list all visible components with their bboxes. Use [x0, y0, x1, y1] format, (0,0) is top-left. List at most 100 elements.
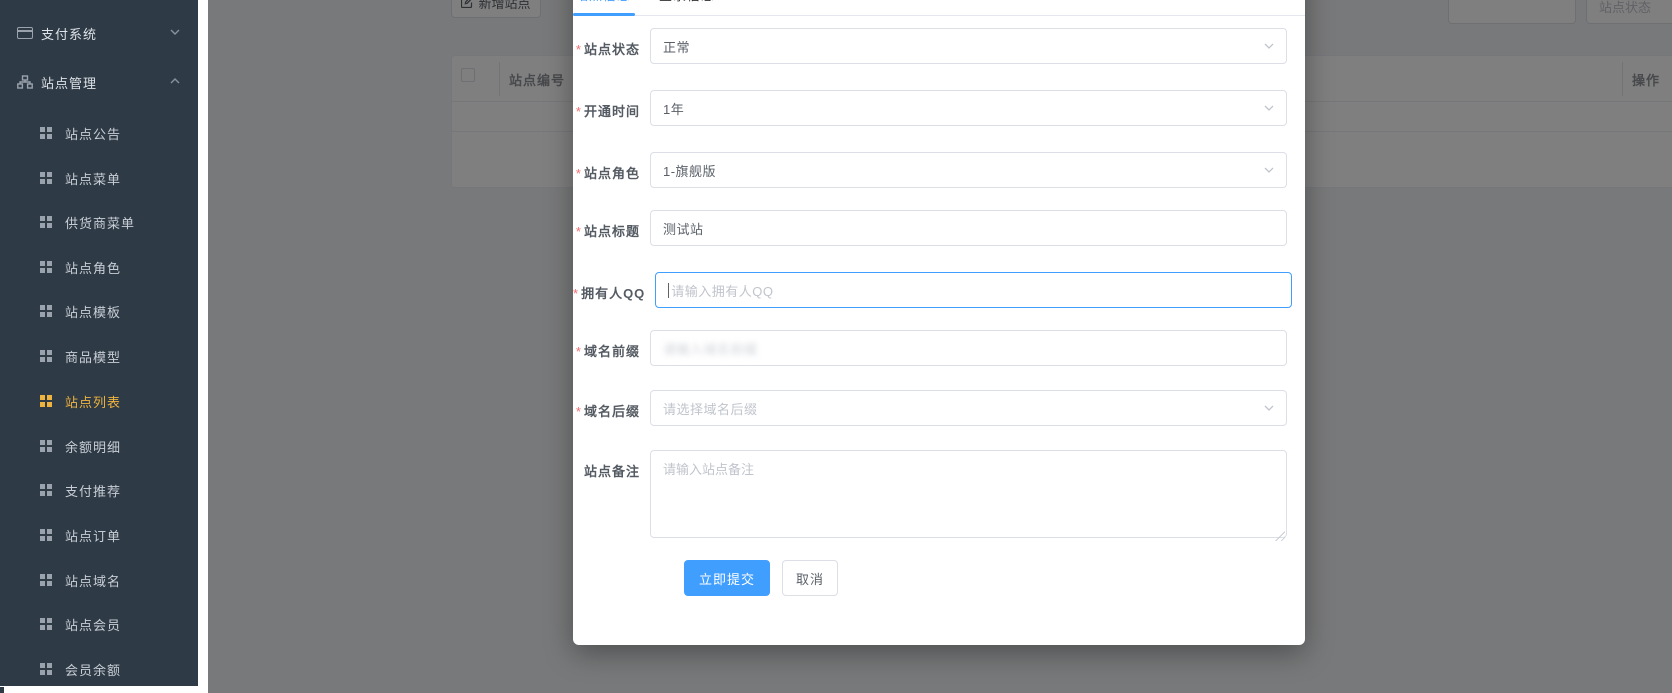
- grid-icon: [40, 484, 52, 496]
- cancel-button[interactable]: 取消: [782, 560, 838, 596]
- sidebar-group-label: 站点管理: [41, 75, 98, 91]
- field-label: * 站点角色: [575, 166, 640, 181]
- domain-prefix-placeholder: 请输入域名前缀: [663, 341, 758, 357]
- grid-icon: [40, 172, 52, 184]
- sidebar-item-payment-recommend[interactable]: 支付推荐: [0, 475, 198, 505]
- open-duration-value: 1年: [663, 101, 685, 117]
- sidebar: 支付系统 站点管理 站点公告 站点菜单 供货商菜单 站点角色 站点模板 商品模型…: [0, 0, 198, 686]
- sidebar-item-label: 站点列表: [65, 394, 122, 410]
- sidebar-item-label: 支付推荐: [65, 483, 122, 499]
- sidebar-item-label: 商品模型: [65, 349, 122, 365]
- required-marker: *: [575, 344, 582, 359]
- sidebar-item-site-orders[interactable]: 站点订单: [0, 520, 198, 550]
- submit-button-label: 立即提交: [698, 571, 755, 587]
- sidebar-group-site-management[interactable]: 站点管理: [0, 67, 198, 97]
- sidebar-item-site-list[interactable]: 站点列表: [0, 386, 198, 416]
- grid-icon: [40, 216, 52, 228]
- site-title-input[interactable]: 测试站: [650, 210, 1287, 246]
- sidebar-item-label: 站点域名: [65, 573, 122, 589]
- tab-login-info[interactable]: 登录信息: [659, 0, 715, 8]
- grid-icon: [40, 261, 52, 273]
- chevron-down-icon: [1264, 405, 1274, 411]
- sidebar-group-label: 支付系统: [41, 26, 98, 42]
- grid-icon: [40, 395, 52, 407]
- form-row-site-remark: 站点备注: [573, 450, 1305, 543]
- domain-suffix-select[interactable]: 请选择域名后缀: [650, 390, 1287, 426]
- field-label: * 域名前缀: [575, 344, 640, 359]
- sidebar-item-label: 站点菜单: [65, 171, 122, 187]
- form-row-site-role: * 站点角色 1-旗舰版: [573, 152, 1305, 188]
- site-edit-dialog: 站点信息 登录信息 *站点状态 正常 *开通时间 1年 *站点角: [572, 0, 1305, 645]
- sidebar-item-site-menu[interactable]: 站点菜单: [0, 163, 198, 193]
- field-label: * 站点标题: [575, 224, 640, 239]
- sidebar-item-label: 会员余额: [65, 662, 122, 678]
- tab-site-info[interactable]: 站点信息: [572, 0, 636, 16]
- form-row-domain-suffix: * 域名后缀 请选择域名后缀: [573, 390, 1305, 426]
- grid-icon: [40, 350, 52, 362]
- site-status-value: 正常: [663, 39, 691, 55]
- dialog-tabs: 站点信息 登录信息: [572, 0, 1305, 16]
- sidebar-item-member-balance[interactable]: 会员余额: [0, 654, 198, 684]
- sidebar-item-label: 供货商菜单: [65, 215, 136, 231]
- field-label: * 拥有人QQ: [573, 286, 646, 301]
- form-row-domain-prefix: * 域名前缀 请输入域名前缀: [573, 330, 1305, 366]
- required-marker: *: [575, 404, 582, 419]
- required-marker: *: [575, 166, 582, 181]
- grid-icon: [40, 440, 52, 452]
- sidebar-item-site-domain[interactable]: 站点域名: [0, 565, 198, 595]
- submit-button[interactable]: 立即提交: [684, 560, 770, 596]
- sidebar-item-label: 站点会员: [65, 617, 122, 633]
- site-role-value: 1-旗舰版: [663, 163, 717, 179]
- sidebar-item-product-model[interactable]: 商品模型: [0, 341, 198, 371]
- field-label: 站点备注: [583, 464, 640, 479]
- required-marker: *: [575, 224, 582, 239]
- form-row-site-status: * 站点状态 正常: [573, 28, 1305, 64]
- grid-icon: [40, 618, 52, 630]
- field-label: * 站点状态: [575, 42, 640, 57]
- site-role-select[interactable]: 1-旗舰版: [650, 152, 1287, 188]
- grid-icon: [40, 574, 52, 586]
- sidebar-item-site-template[interactable]: 站点模板: [0, 296, 198, 326]
- grid-icon: [40, 663, 52, 675]
- form-row-open-duration: * 开通时间 1年: [573, 90, 1305, 126]
- sidebar-item-label: 站点订单: [65, 528, 122, 544]
- owner-qq-placeholder: 请输入拥有人QQ: [671, 283, 774, 299]
- sidebar-item-site-role[interactable]: 站点角色: [0, 252, 198, 282]
- cancel-button-label: 取消: [795, 571, 824, 587]
- site-status-select[interactable]: 正常: [650, 28, 1287, 64]
- chevron-down-icon: [170, 29, 180, 35]
- sidebar-item-label: 站点公告: [65, 126, 122, 142]
- grid-icon: [40, 127, 52, 139]
- sidebar-item-site-announcement[interactable]: 站点公告: [0, 118, 198, 148]
- site-remark-textarea[interactable]: [650, 450, 1287, 538]
- grid-icon: [40, 529, 52, 541]
- field-label: * 域名后缀: [575, 404, 640, 419]
- domain-prefix-input[interactable]: 请输入域名前缀: [650, 330, 1287, 366]
- required-marker: *: [575, 104, 582, 119]
- owner-qq-input[interactable]: 请输入拥有人QQ: [655, 272, 1293, 308]
- form-row-site-title: * 站点标题 测试站: [573, 210, 1305, 246]
- sidebar-item-site-members[interactable]: 站点会员: [0, 609, 198, 639]
- scroll-corner: [0, 687, 4, 693]
- sidebar-item-label: 余额明细: [65, 439, 122, 455]
- site-title-value: 测试站: [663, 221, 704, 237]
- sidebar-group-payment-system[interactable]: 支付系统: [0, 18, 198, 48]
- text-caret: [668, 282, 670, 298]
- sidebar-item-balance-detail[interactable]: 余额明细: [0, 431, 198, 461]
- chevron-down-icon: [1264, 167, 1274, 173]
- chevron-down-icon: [1264, 43, 1274, 49]
- open-duration-select[interactable]: 1年: [650, 90, 1287, 126]
- form-row-owner-qq: * 拥有人QQ 请输入拥有人QQ: [573, 272, 1305, 308]
- domain-suffix-placeholder: 请选择域名后缀: [663, 401, 758, 417]
- sidebar-item-supplier-menu[interactable]: 供货商菜单: [0, 207, 198, 237]
- sidebar-item-label: 站点模板: [65, 304, 122, 320]
- field-label: * 开通时间: [575, 104, 640, 119]
- sitemap-icon: [17, 75, 33, 89]
- required-marker: *: [573, 286, 580, 301]
- chevron-up-icon: [170, 78, 180, 84]
- required-marker: *: [575, 42, 582, 57]
- sidebar-item-label: 站点角色: [65, 260, 122, 276]
- credit-card-icon: [17, 27, 33, 39]
- chevron-down-icon: [1264, 105, 1274, 111]
- grid-icon: [40, 305, 52, 317]
